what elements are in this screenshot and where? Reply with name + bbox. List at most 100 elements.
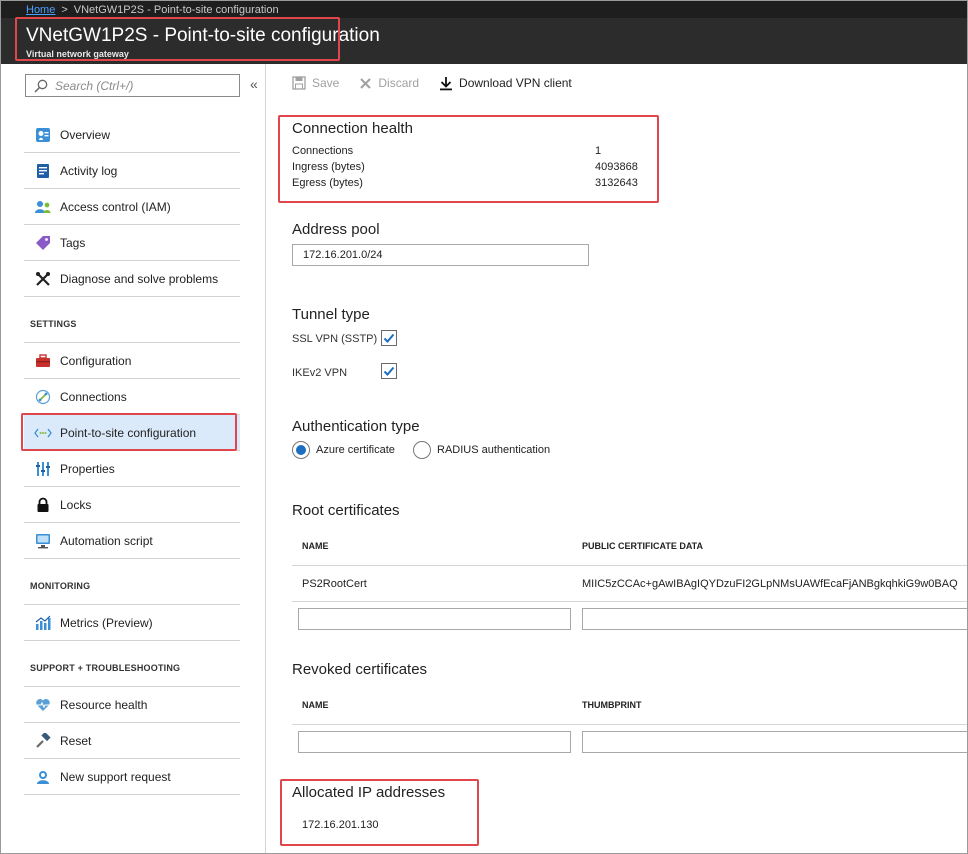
download-vpn-client-button[interactable]: Download VPN client bbox=[439, 76, 572, 91]
sidebar-item-label: Configuration bbox=[60, 353, 132, 368]
new-root-cert-name-input[interactable] bbox=[298, 608, 571, 630]
sstp-checkbox[interactable] bbox=[381, 330, 397, 346]
sidebar-item-label: Activity log bbox=[60, 163, 118, 178]
sidebar-item-configuration[interactable]: Configuration bbox=[24, 343, 240, 379]
sidebar-item-label: Diagnose and solve problems bbox=[60, 271, 219, 286]
sidebar-item-label: Reset bbox=[60, 733, 92, 748]
breadcrumb-home-link[interactable]: Home bbox=[26, 4, 55, 16]
point-to-site-icon bbox=[34, 424, 52, 442]
table-divider bbox=[292, 601, 968, 602]
revoked-cert-thumbprint-column: THUMBPRINT bbox=[582, 700, 642, 710]
sidebar-item-label: Automation script bbox=[60, 533, 153, 548]
breadcrumb: Home > VNetGW1P2S - Point-to-site configur… bbox=[0, 0, 968, 18]
root-certificates-heading: Root certificates bbox=[292, 502, 400, 519]
root-cert-name-cell: PS2RootCert bbox=[302, 578, 367, 590]
ingress-label: Ingress (bytes) bbox=[292, 161, 365, 173]
sidebar-item-connections[interactable]: Connections bbox=[24, 379, 240, 415]
metrics-icon bbox=[34, 614, 52, 632]
lock-icon bbox=[34, 496, 52, 514]
revoked-cert-thumbprint-input[interactable] bbox=[582, 731, 968, 753]
support-icon bbox=[34, 768, 52, 786]
sidebar-item-label: New support request bbox=[60, 769, 171, 784]
root-cert-name-column: NAME bbox=[302, 541, 329, 551]
sidebar-item-diagnose[interactable]: Diagnose and solve problems bbox=[24, 261, 240, 297]
sidebar-item-tags[interactable]: Tags bbox=[24, 225, 240, 261]
allocated-ip-value: 172.16.201.130 bbox=[302, 819, 379, 831]
page-subtitle: Virtual network gateway bbox=[26, 49, 129, 59]
egress-value: 3132643 bbox=[595, 177, 638, 189]
radius-authentication-label: RADIUS authentication bbox=[437, 444, 551, 456]
section-header-monitoring: MONITORING bbox=[24, 559, 240, 605]
tunnel-type-heading: Tunnel type bbox=[292, 306, 370, 323]
save-button[interactable]: Save bbox=[292, 76, 339, 90]
revoked-cert-name-column: NAME bbox=[302, 700, 329, 710]
access-control-icon bbox=[34, 198, 52, 216]
section-header-support: SUPPORT + TROUBLESHOOTING bbox=[24, 641, 240, 687]
sidebar-item-reset[interactable]: Reset bbox=[24, 723, 240, 759]
root-cert-data-cell: MIIC5zCCAc+gAwIBAgIQYDzuFI2GLpNMsUAWfEca… bbox=[582, 578, 958, 590]
download-icon bbox=[439, 76, 453, 91]
sidebar-item-label: Properties bbox=[60, 461, 115, 476]
command-bar: Save Discard Download VPN client bbox=[292, 74, 592, 92]
revoked-cert-name-input[interactable] bbox=[298, 731, 571, 753]
azure-certificate-radio[interactable]: Azure certificate bbox=[292, 441, 395, 459]
ikev2-checkbox[interactable] bbox=[381, 363, 397, 379]
azure-certificate-label: Azure certificate bbox=[316, 444, 395, 456]
heart-icon bbox=[34, 696, 52, 714]
allocated-ip-heading: Allocated IP addresses bbox=[292, 784, 446, 801]
ingress-value: 4093868 bbox=[595, 161, 638, 173]
sidebar-item-label: Tags bbox=[60, 235, 86, 250]
activity-log-icon bbox=[34, 162, 52, 180]
sidebar-item-label: Metrics (Preview) bbox=[60, 615, 153, 630]
page-title: VNetGW1P2S - Point-to-site configuration bbox=[26, 25, 380, 46]
checkmark-icon bbox=[383, 366, 395, 376]
tag-icon bbox=[34, 234, 52, 252]
ikev2-label: IKEv2 VPN bbox=[292, 367, 348, 379]
connections-value: 1 bbox=[595, 145, 602, 157]
radius-authentication-radio[interactable]: RADIUS authentication bbox=[413, 441, 550, 459]
sidebar-item-label: Overview bbox=[60, 127, 111, 142]
sidebar-item-point-to-site[interactable]: Point-to-site configuration bbox=[24, 415, 240, 451]
search-input[interactable] bbox=[55, 78, 225, 93]
sidebar-item-access-control[interactable]: Access control (IAM) bbox=[24, 189, 240, 225]
sidebar-nav: Overview Activity log Access control (IA… bbox=[24, 117, 240, 795]
sstp-label: SSL VPN (SSTP) bbox=[292, 333, 378, 345]
discard-button[interactable]: Discard bbox=[359, 76, 419, 90]
close-icon bbox=[359, 77, 372, 90]
breadcrumb-separator: > bbox=[61, 4, 68, 16]
sidebar-item-label: Access control (IAM) bbox=[60, 199, 171, 214]
sidebar-item-metrics[interactable]: Metrics (Preview) bbox=[24, 605, 240, 641]
table-divider bbox=[292, 724, 968, 725]
hammer-icon bbox=[34, 732, 52, 750]
sidebar-item-label: Locks bbox=[60, 497, 92, 512]
authentication-type-heading: Authentication type bbox=[292, 418, 420, 435]
save-icon bbox=[292, 76, 306, 90]
overview-icon bbox=[34, 126, 52, 144]
properties-icon bbox=[34, 460, 52, 478]
new-root-cert-data-input[interactable] bbox=[582, 608, 968, 630]
collapse-sidebar-button[interactable]: « bbox=[250, 76, 258, 92]
sidebar-item-overview[interactable]: Overview bbox=[24, 117, 240, 153]
connections-label: Connections bbox=[292, 145, 354, 157]
sidebar-item-label: Point-to-site configuration bbox=[60, 425, 197, 440]
sidebar: « Overview Activity log Access control (… bbox=[0, 64, 266, 854]
toolbox-icon bbox=[34, 352, 52, 370]
sidebar-item-automation-script[interactable]: Automation script bbox=[24, 523, 240, 559]
sidebar-item-locks[interactable]: Locks bbox=[24, 487, 240, 523]
sidebar-item-resource-health[interactable]: Resource health bbox=[24, 687, 240, 723]
sidebar-item-label: Resource health bbox=[60, 697, 148, 712]
table-divider bbox=[292, 565, 968, 566]
egress-label: Egress (bytes) bbox=[292, 177, 363, 189]
section-header-settings: SETTINGS bbox=[24, 297, 240, 343]
connection-health-heading: Connection health bbox=[292, 120, 413, 137]
sidebar-item-properties[interactable]: Properties bbox=[24, 451, 240, 487]
discard-label: Discard bbox=[378, 76, 420, 90]
sidebar-item-new-support-request[interactable]: New support request bbox=[24, 759, 240, 795]
checkmark-icon bbox=[383, 333, 395, 343]
search-box[interactable] bbox=[25, 74, 240, 97]
save-label: Save bbox=[312, 76, 340, 90]
root-cert-data-column: PUBLIC CERTIFICATE DATA bbox=[582, 541, 703, 551]
sidebar-item-activity-log[interactable]: Activity log bbox=[24, 153, 240, 189]
breadcrumb-current: VNetGW1P2S - Point-to-site configuration bbox=[73, 4, 279, 16]
address-pool-input[interactable] bbox=[292, 244, 589, 266]
